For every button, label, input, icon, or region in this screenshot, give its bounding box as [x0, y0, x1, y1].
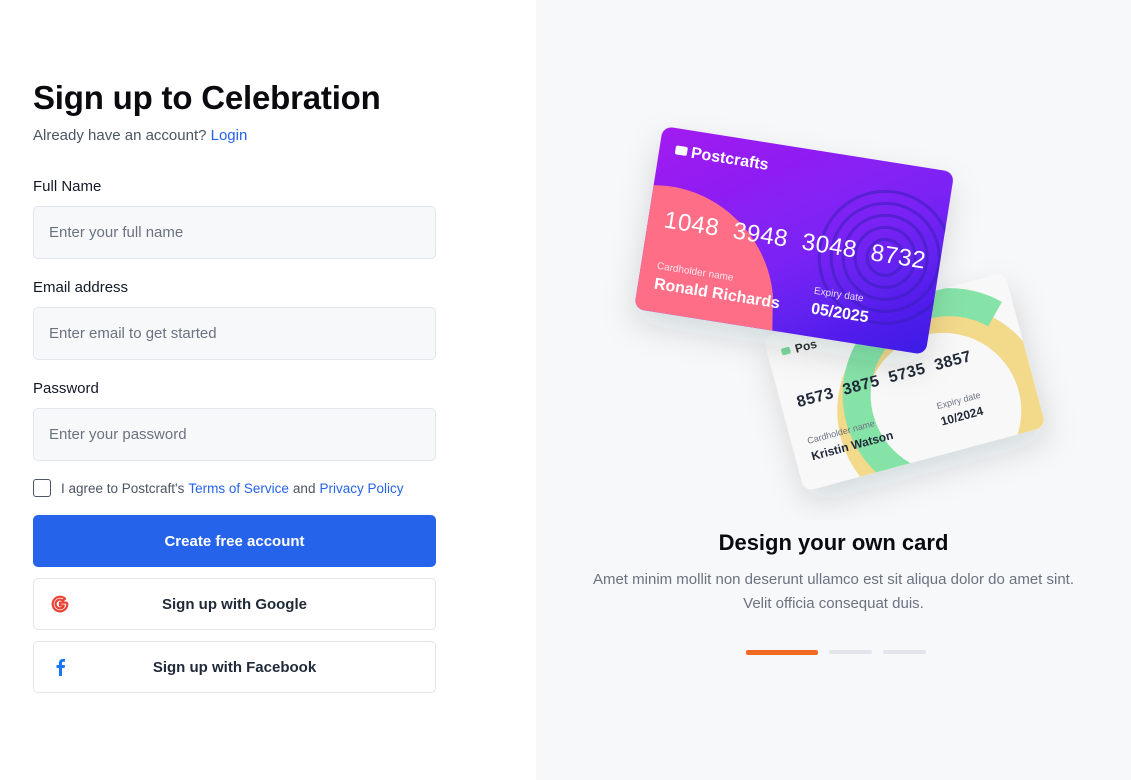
carousel-dot-3[interactable]: [883, 650, 926, 654]
create-account-label: Create free account: [164, 532, 305, 550]
promo-description: Amet minim mollit non deserunt ullamco e…: [576, 568, 1091, 616]
login-link[interactable]: Login: [211, 127, 248, 144]
google-signup-label: Sign up with Google: [162, 595, 307, 613]
password-input[interactable]: [34, 409, 435, 460]
full-name-input[interactable]: [34, 207, 435, 258]
login-prompt-text: Already have an account?: [33, 127, 207, 144]
promo-description-line-2: Velit officia consequat duis.: [743, 595, 924, 612]
facebook-signup-button[interactable]: Sign up with Facebook: [33, 641, 436, 693]
email-input[interactable]: [34, 308, 435, 359]
front-card-logo-icon: [675, 145, 688, 156]
promo-description-line-1: Amet minim mollit non deserunt ullamco e…: [592, 571, 1075, 588]
page-title: Sign up to Celebration: [33, 79, 381, 116]
carousel-dot-2[interactable]: [829, 650, 872, 654]
google-signup-button[interactable]: Sign up with Google: [33, 578, 436, 630]
login-prompt: Already have an account? Login: [33, 127, 247, 144]
privacy-policy-link[interactable]: Privacy Policy: [319, 481, 403, 496]
terms-of-service-link[interactable]: Terms of Service: [188, 481, 289, 496]
carousel-dot-1[interactable]: [746, 650, 818, 655]
card-illustration: Pos 8573 3875 5735 3857 Cardholder name …: [634, 127, 1046, 492]
promo-panel: Pos 8573 3875 5735 3857 Cardholder name …: [536, 0, 1131, 780]
terms-prefix: I agree to Postcraft's: [61, 480, 185, 496]
create-account-button[interactable]: Create free account: [33, 515, 436, 567]
full-name-label: Full Name: [33, 178, 102, 195]
terms-and: and: [292, 480, 316, 496]
email-field-wrapper: [33, 307, 436, 360]
front-card: Postcrafts 1048 3948 3048 8732 Cardholde…: [634, 127, 953, 354]
password-field-wrapper: [33, 408, 436, 461]
google-icon: [50, 594, 70, 614]
email-label: Email address: [33, 279, 129, 296]
terms-agreement: I agree to Postcraft's Terms of Service …: [33, 479, 407, 497]
facebook-icon: [50, 657, 70, 677]
signup-panel: Sign up to Celebration Already have an a…: [0, 0, 536, 780]
full-name-field-wrapper: [33, 206, 436, 259]
facebook-signup-label: Sign up with Facebook: [152, 658, 317, 676]
promo-title: Design your own card: [718, 530, 949, 555]
password-label: Password: [33, 380, 99, 397]
terms-checkbox[interactable]: [33, 479, 51, 497]
